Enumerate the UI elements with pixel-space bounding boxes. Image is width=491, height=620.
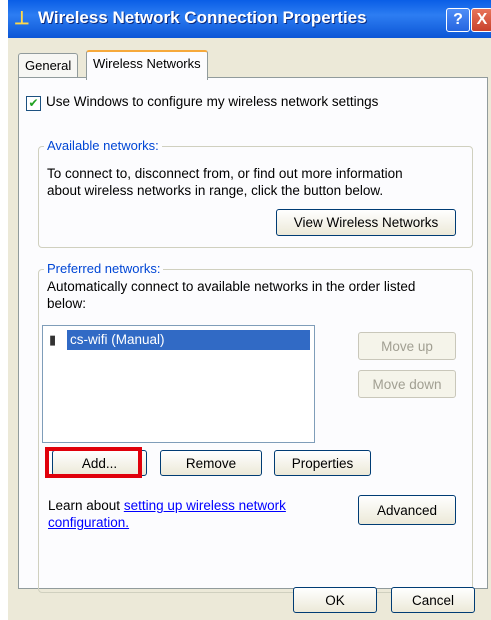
tab-general[interactable]: General [18, 53, 79, 78]
title-bar[interactable]: ⊥ Wireless Network Connection Properties… [8, 0, 491, 38]
network-connection-icon: ⊥ [14, 8, 30, 28]
setup-help-link-continued[interactable]: configuration. [48, 515, 129, 530]
cancel-button[interactable]: Cancel [391, 587, 475, 613]
list-item[interactable]: ▮ cs-wifi (Manual) [47, 330, 310, 350]
available-description-line-1: To connect to, disconnect from, or find … [47, 166, 403, 181]
advanced-button[interactable]: Advanced [358, 495, 456, 525]
remove-button[interactable]: Remove [160, 450, 262, 476]
close-button[interactable]: X [471, 8, 491, 32]
wireless-network-icon: ▮ [49, 332, 57, 347]
tab-wireless-networks[interactable]: Wireless Networks [86, 50, 208, 80]
window-title: Wireless Network Connection Properties [38, 8, 367, 27]
view-wireless-networks-button[interactable]: View Wireless Networks [276, 209, 456, 236]
network-label: cs-wifi (Manual) [67, 330, 310, 350]
setup-help-link[interactable]: setting up wireless network [124, 498, 286, 513]
ok-button[interactable]: OK [293, 587, 377, 613]
learn-about-text: Learn about setting up wireless network … [48, 497, 286, 531]
available-description-line-2: about wireless networks in range, click … [47, 183, 384, 198]
preferred-description-line-2: below: [47, 296, 87, 311]
preferred-networks-description: Automatically connect to available netwo… [47, 278, 415, 312]
move-up-button[interactable]: Move up [358, 332, 456, 360]
help-button[interactable]: ? [446, 8, 470, 32]
available-networks-title: Available networks: [44, 138, 162, 153]
preferred-networks-list[interactable]: ▮ cs-wifi (Manual) [42, 325, 315, 443]
available-networks-description: To connect to, disconnect from, or find … [47, 165, 403, 199]
move-down-button[interactable]: Move down [358, 370, 456, 398]
add-button[interactable]: Add... [52, 450, 147, 476]
use-windows-checkbox[interactable]: ✔ [26, 96, 41, 111]
use-windows-checkbox-label[interactable]: Use Windows to configure my wireless net… [46, 94, 378, 109]
properties-window: ⊥ Wireless Network Connection Properties… [0, 0, 491, 620]
learn-about-prefix: Learn about [48, 498, 124, 513]
preferred-networks-title: Preferred networks: [44, 261, 164, 276]
properties-button[interactable]: Properties [274, 450, 371, 476]
preferred-description-line-1: Automatically connect to available netwo… [47, 279, 416, 294]
